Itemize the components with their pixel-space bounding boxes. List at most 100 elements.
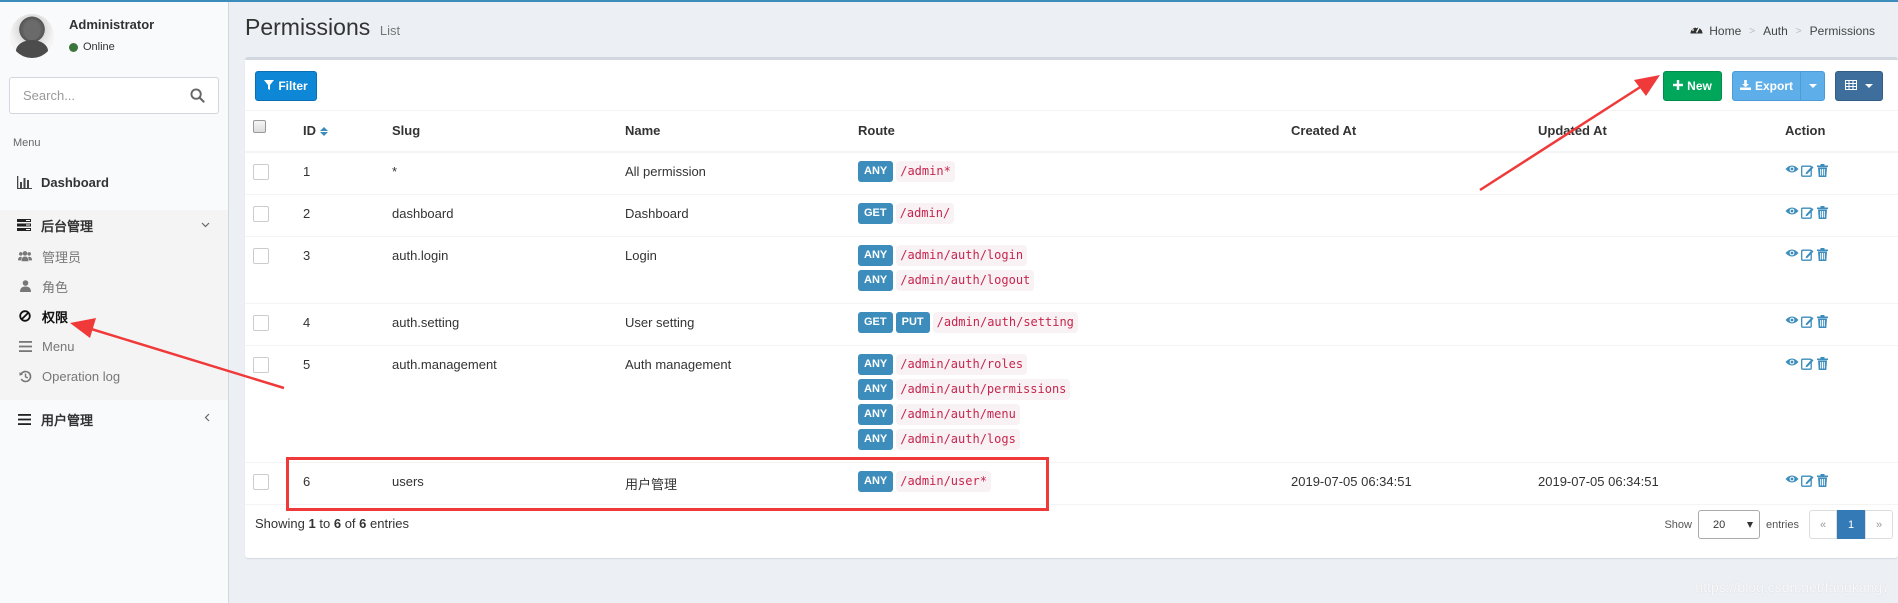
breadcrumb-home[interactable]: Home	[1709, 24, 1741, 38]
row-checkbox[interactable]	[253, 356, 269, 373]
breadcrumb-current: Permissions	[1809, 24, 1875, 38]
dashboard-icon	[1690, 24, 1703, 38]
users-icon	[18, 249, 32, 263]
chevron-left-icon	[204, 413, 210, 425]
breadcrumb-auth[interactable]: Auth	[1763, 24, 1788, 38]
sidebar-item-admin-management[interactable]: 后台管理	[0, 210, 228, 240]
http-method-badge: ANY	[858, 353, 894, 375]
user-status: Online	[69, 41, 115, 53]
sidebar-item-label: 权限	[42, 309, 69, 325]
edit-icon[interactable]	[1801, 164, 1815, 178]
new-label: New	[1687, 79, 1712, 93]
export-button[interactable]: Export	[1732, 71, 1801, 101]
cell-id: 1	[303, 151, 392, 195]
table-icon	[1845, 79, 1857, 93]
route-path: /admin*	[896, 160, 955, 182]
row-checkbox[interactable]	[253, 314, 269, 331]
route-entry: ANY/admin/auth/menu	[858, 403, 1291, 425]
cell-created-at	[1291, 194, 1538, 237]
page-1-button[interactable]: 1	[1837, 510, 1865, 539]
view-icon[interactable]	[1785, 357, 1799, 371]
cell-created-at	[1291, 345, 1538, 463]
delete-icon[interactable]	[1817, 247, 1831, 262]
row-checkbox[interactable]	[253, 247, 269, 264]
delete-icon[interactable]	[1817, 205, 1831, 220]
edit-icon[interactable]	[1801, 474, 1815, 488]
search-icon[interactable]	[190, 88, 206, 104]
columns-selector-button[interactable]	[1835, 71, 1883, 101]
delete-icon[interactable]	[1817, 314, 1831, 329]
view-icon[interactable]	[1785, 474, 1799, 488]
row-checkbox[interactable]	[253, 205, 269, 222]
sidebar-item-administrators[interactable]: 管理员	[0, 242, 228, 270]
column-header-name: Name	[625, 110, 858, 153]
column-header-updated-at: Updated At	[1538, 110, 1785, 153]
edit-icon[interactable]	[1801, 315, 1815, 329]
submenu-admin-management: 管理员 角色 权限 Menu Operation log	[0, 240, 228, 400]
row-checkbox[interactable]	[253, 163, 269, 180]
row-checkbox[interactable]	[253, 473, 269, 490]
page-subtitle: List	[379, 23, 401, 38]
view-icon[interactable]	[1785, 315, 1799, 329]
delete-icon[interactable]	[1817, 356, 1831, 371]
sidebar-item-permissions[interactable]: 权限	[0, 302, 228, 330]
sidebar-item-user-management[interactable]: 用户管理	[0, 404, 228, 434]
sidebar-item-label: Operation log	[42, 368, 121, 384]
row-select-cell	[245, 345, 303, 463]
route-entry: ANY/admin/auth/permissions	[858, 378, 1291, 400]
delete-icon[interactable]	[1817, 163, 1831, 178]
edit-icon[interactable]	[1801, 248, 1815, 262]
row-actions	[1785, 473, 1898, 488]
delete-icon[interactable]	[1817, 473, 1831, 488]
cell-slug: dashboard	[392, 194, 625, 237]
http-method-badge: PUT	[895, 311, 930, 333]
route-path: /admin/auth/login	[896, 244, 1028, 266]
avatar	[10, 14, 54, 58]
column-header-id[interactable]: ID	[303, 110, 392, 153]
filter-button[interactable]: Filter	[255, 71, 317, 101]
edit-icon[interactable]	[1801, 206, 1815, 220]
search-input[interactable]	[10, 88, 180, 103]
cell-actions	[1785, 194, 1898, 237]
user-status-label: Online	[83, 41, 115, 53]
per-page-select[interactable]: 20	[1697, 510, 1760, 539]
row-actions	[1785, 356, 1898, 371]
ban-icon	[18, 309, 32, 323]
new-button[interactable]: New	[1663, 71, 1722, 101]
edit-icon[interactable]	[1801, 357, 1815, 371]
export-label: Export	[1754, 79, 1793, 93]
breadcrumb-separator: >	[1749, 25, 1756, 37]
route-path: /admin/auth/logout	[896, 269, 1035, 291]
breadcrumb: Home > Auth > Permissions	[1690, 24, 1875, 38]
http-method-badge: ANY	[858, 160, 894, 182]
prev-page-button[interactable]: «	[1809, 510, 1837, 539]
next-page-button[interactable]: »	[1865, 510, 1893, 539]
row-actions	[1785, 314, 1898, 329]
table-row: 2 dashboard Dashboard GET/admin/	[245, 194, 1898, 237]
cell-id: 5	[303, 345, 392, 463]
download-icon	[1739, 79, 1751, 93]
sidebar-item-operation-log[interactable]: Operation log	[0, 362, 228, 390]
sidebar-search	[9, 77, 219, 114]
sidebar-item-roles[interactable]: 角色	[0, 272, 228, 300]
plus-icon	[1673, 79, 1684, 93]
http-method-badge: ANY	[858, 428, 894, 450]
top-accent-line	[0, 0, 1898, 2]
route-entry: GET PUT/admin/auth/setting	[858, 311, 1291, 333]
sidebar-item-dashboard[interactable]: Dashboard	[0, 167, 228, 197]
sidebar-item-menu[interactable]: Menu	[0, 332, 228, 360]
cell-id: 4	[303, 303, 392, 346]
view-icon[interactable]	[1785, 206, 1799, 220]
select-all-checkbox[interactable]	[253, 119, 266, 133]
breadcrumb-separator: >	[1795, 25, 1802, 37]
row-actions	[1785, 163, 1898, 178]
export-dropdown-toggle[interactable]	[1800, 71, 1825, 101]
cell-route: ANY/admin*	[858, 151, 1291, 195]
history-icon	[18, 369, 32, 383]
sort-icon[interactable]	[320, 127, 328, 137]
row-actions	[1785, 205, 1898, 220]
filter-icon	[264, 79, 275, 93]
view-icon[interactable]	[1785, 248, 1799, 262]
user-icon	[18, 279, 32, 293]
view-icon[interactable]	[1785, 164, 1799, 178]
